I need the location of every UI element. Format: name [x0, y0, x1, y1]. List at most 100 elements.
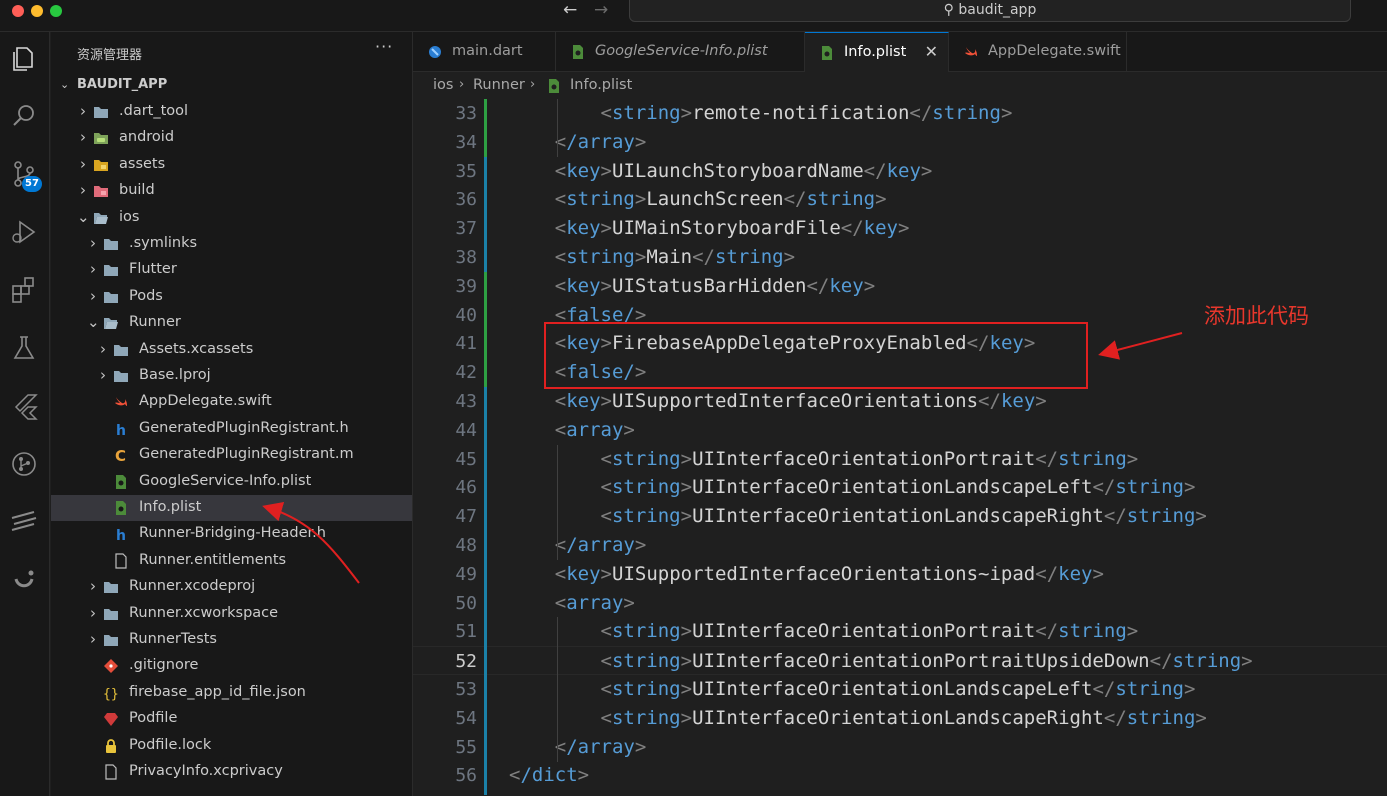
code-line[interactable]: 50 <array>	[413, 589, 1387, 618]
code-line[interactable]: 48 </array>	[413, 531, 1387, 560]
breadcrumb-info-plist[interactable]: Info.plist	[570, 77, 632, 93]
line-number: 49	[455, 563, 477, 585]
tab-appdelegate-swift[interactable]: AppDelegate.swift	[949, 32, 1127, 72]
chevron-right-icon[interactable]: ›	[87, 579, 99, 594]
code-line[interactable]: 56 </dict>	[413, 761, 1387, 790]
file-generatedpluginregistrant-h[interactable]: h GeneratedPluginRegistrant.h	[51, 416, 412, 442]
chevron-right-icon[interactable]: ›	[77, 183, 89, 198]
chevron-right-icon[interactable]: ›	[87, 288, 99, 303]
explorer-title: 资源管理器	[77, 48, 143, 63]
zoom-window-button[interactable]	[50, 5, 62, 17]
tree-item-label: Base.lproj	[139, 367, 211, 383]
breadcrumb-separator-icon: ›	[459, 77, 465, 92]
gutter-change-marker	[484, 157, 487, 272]
git-graph-icon[interactable]	[8, 448, 40, 480]
breadcrumb-runner[interactable]: Runner	[473, 77, 525, 93]
chevron-right-icon[interactable]: ›	[87, 605, 99, 620]
code-line[interactable]: 33 <string>remote-notification</string>	[413, 99, 1387, 128]
code-line[interactable]: 35 <key>UILaunchStoryboardName</key>	[413, 157, 1387, 186]
code-line[interactable]: 54 <string>UIInterfaceOrientationLandsca…	[413, 704, 1387, 733]
file-generatedpluginregistrant-m[interactable]: C GeneratedPluginRegistrant.m	[51, 442, 412, 468]
explorer-icon[interactable]	[8, 42, 40, 74]
more-actions-icon[interactable]: ···	[375, 37, 393, 56]
code-line[interactable]: 53 <string>UIInterfaceOrientationLandsca…	[413, 675, 1387, 704]
folder-assets-xcassets[interactable]: › Assets.xcassets	[51, 337, 412, 363]
file-runner-entitlements[interactable]: Runner.entitlements	[51, 548, 412, 574]
tab-main-dart[interactable]: main.dart	[413, 32, 556, 72]
remote-explorer-icon[interactable]	[8, 506, 40, 538]
code-line[interactable]: 34 </array>	[413, 128, 1387, 157]
run-debug-icon[interactable]	[8, 216, 40, 248]
close-window-button[interactable]	[12, 5, 24, 17]
code-line[interactable]: 36 <string>LaunchScreen</string>	[413, 185, 1387, 214]
folder-runnertests[interactable]: › RunnerTests	[51, 627, 412, 653]
flutter-icon[interactable]	[8, 390, 40, 422]
code-line[interactable]: 44 <array>	[413, 416, 1387, 445]
tab-info-plist[interactable]: Info.plist ✕	[805, 32, 949, 72]
file-podfile-lock[interactable]: Podfile.lock	[51, 733, 412, 759]
folder-assets[interactable]: › assets	[51, 152, 412, 178]
folder-runner[interactable]: ⌄ Runner	[51, 310, 412, 336]
code-editor[interactable]: 33 <string>remote-notification</string> 3…	[413, 99, 1387, 796]
line-number: 37	[455, 218, 477, 240]
file-privacyinfo-xcprivacy[interactable]: PrivacyInfo.xcprivacy	[51, 759, 412, 785]
search-icon[interactable]	[8, 100, 40, 132]
section-chevron-icon[interactable]: ⌄	[60, 78, 69, 91]
tab-googleservice-info-plist[interactable]: GoogleService-Info.plist	[556, 32, 805, 72]
testing-flask-icon[interactable]	[8, 332, 40, 364]
code-line[interactable]: 51 <string>UIInterfaceOrientationPortrai…	[413, 617, 1387, 646]
code-line[interactable]: 45 <string>UIInterfaceOrientationPortrai…	[413, 445, 1387, 474]
folder-ios[interactable]: ⌄ ios	[51, 205, 412, 231]
svg-text:C: C	[115, 447, 126, 463]
tree-item-label: ios	[119, 208, 140, 225]
folder-pods[interactable]: › Pods	[51, 284, 412, 310]
header-file-icon: h	[113, 421, 129, 439]
file-podfile[interactable]: Podfile	[51, 706, 412, 732]
folder-symlinks[interactable]: › .symlinks	[51, 231, 412, 257]
extensions-icon[interactable]	[8, 274, 40, 306]
folder-build[interactable]: › build	[51, 178, 412, 204]
code-line[interactable]: 37 <key>UIMainStoryboardFile</key>	[413, 214, 1387, 243]
breadcrumb-ios[interactable]: ios	[433, 77, 453, 93]
chevron-down-icon[interactable]: ⌄	[77, 209, 90, 224]
code-line[interactable]: 55 </array>	[413, 733, 1387, 762]
folder-runner-xcodeproj[interactable]: › Runner.xcodeproj	[51, 574, 412, 600]
folder-runner-xcworkspace[interactable]: › Runner.xcworkspace	[51, 601, 412, 627]
folder-open-icon	[93, 210, 109, 226]
code-line[interactable]: 43 <key>UISupportedInterfaceOrientations…	[413, 387, 1387, 416]
code-line[interactable]: 47 <string>UIInterfaceOrientationLandsca…	[413, 502, 1387, 531]
folder-android[interactable]: › android	[51, 125, 412, 151]
minimize-window-button[interactable]	[31, 5, 43, 17]
chevron-right-icon[interactable]: ›	[97, 341, 109, 356]
chevron-right-icon[interactable]: ›	[77, 104, 89, 119]
folder-dart-tool[interactable]: › .dart_tool	[51, 99, 412, 125]
folder-base-lproj[interactable]: › Base.lproj	[51, 363, 412, 389]
code-line[interactable]: 49 <key>UISupportedInterfaceOrientations…	[413, 560, 1387, 589]
chevron-right-icon[interactable]: ›	[77, 130, 89, 145]
file-firebase-app-id-file-json[interactable]: {} firebase_app_id_file.json	[51, 680, 412, 706]
code-line[interactable]: 38 <string>Main</string>	[413, 243, 1387, 272]
forward-arrow-icon[interactable]: →	[594, 0, 608, 20]
accounts-smile-icon[interactable]	[8, 564, 40, 596]
file-runner-bridging-header-h[interactable]: h Runner-Bridging-Header.h	[51, 521, 412, 547]
folder-icon	[103, 606, 119, 622]
chevron-right-icon[interactable]: ›	[87, 632, 99, 647]
code-line[interactable]: 39 <key>UIStatusBarHidden</key>	[413, 272, 1387, 301]
chevron-right-icon[interactable]: ›	[87, 262, 99, 277]
file-info-plist[interactable]: Info.plist	[51, 495, 412, 521]
chevron-down-icon[interactable]: ⌄	[87, 315, 100, 330]
command-center-search[interactable]: ⚲ baudit_app	[629, 0, 1351, 22]
chevron-right-icon[interactable]: ›	[87, 236, 99, 251]
file-googleservice-info-plist[interactable]: GoogleService-Info.plist	[51, 469, 412, 495]
folder-flutter[interactable]: › Flutter	[51, 257, 412, 283]
back-arrow-icon[interactable]: ←	[563, 0, 577, 20]
chevron-right-icon[interactable]: ›	[77, 156, 89, 171]
file-gitignore[interactable]: .gitignore	[51, 653, 412, 679]
close-tab-icon[interactable]: ✕	[925, 42, 938, 61]
code-text: <string>UIInterfaceOrientationLandscapeR…	[600, 706, 1207, 729]
file-appdelegate-swift[interactable]: AppDelegate.swift	[51, 389, 412, 415]
code-line[interactable]: 52 <string>UIInterfaceOrientationPortrai…	[413, 646, 1387, 676]
chevron-right-icon[interactable]: ›	[97, 368, 109, 383]
code-line[interactable]: 46 <string>UIInterfaceOrientationLandsca…	[413, 473, 1387, 502]
workspace-section-title[interactable]: BAUDIT_APP	[77, 77, 167, 92]
